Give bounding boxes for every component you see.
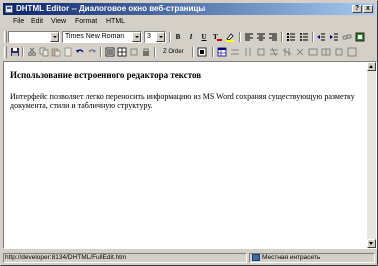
clear-icon[interactable] [63, 47, 73, 57]
separator [281, 32, 283, 42]
highlight-icon[interactable] [225, 32, 235, 42]
scroll-up-icon[interactable] [367, 62, 376, 71]
insert-table-icon[interactable] [217, 47, 227, 57]
menu-file[interactable]: File [11, 17, 26, 27]
split-cell-icon[interactable] [321, 47, 331, 57]
image-icon[interactable] [355, 32, 365, 42]
redo-icon[interactable] [87, 47, 97, 57]
size-value: 3 [147, 33, 151, 40]
paste-icon[interactable] [51, 47, 61, 57]
document: Использование встроенного редактора текс… [10, 70, 362, 110]
separator [212, 47, 214, 57]
separator [312, 32, 314, 42]
menu-bar: File Edit View Format HTML [3, 16, 375, 28]
font-value: Times New Roman [65, 33, 125, 40]
table-properties-icon[interactable] [347, 47, 357, 57]
absolute-position-icon[interactable] [197, 47, 207, 57]
font-select[interactable]: Times New Roman [62, 31, 142, 43]
link-icon[interactable] [342, 32, 352, 42]
cut-icon[interactable] [27, 47, 37, 57]
z-order-button[interactable]: Z Order [163, 48, 184, 56]
delete-cell-icon[interactable] [295, 47, 305, 57]
scroll-down-icon[interactable] [367, 239, 376, 248]
align-center-icon[interactable] [256, 32, 266, 42]
title-bar[interactable]: DHTML Editor -- Диалоговое окно веб-стра… [3, 3, 375, 15]
outdent-icon[interactable] [316, 32, 326, 42]
separator [239, 32, 241, 42]
formatting-toolbar: Times New Roman 3 B I U T [3, 30, 375, 44]
separator [22, 47, 24, 57]
bullet-list-icon[interactable] [299, 32, 309, 42]
style-select[interactable] [8, 31, 60, 43]
insert-cell-icon[interactable] [256, 47, 266, 57]
app-icon [5, 5, 13, 13]
status-zone-label: Местная интрасеть [262, 254, 321, 262]
document-heading: Использование встроенного редактора текс… [10, 70, 202, 80]
merge-cells-icon[interactable] [308, 47, 318, 57]
separator [100, 47, 102, 57]
copy-icon[interactable] [39, 47, 49, 57]
undo-icon[interactable] [75, 47, 85, 57]
table-icon[interactable] [117, 47, 127, 57]
window-title: DHTML Editor -- Диалоговое окно веб-стра… [16, 4, 206, 13]
separator [192, 47, 194, 57]
position-icon[interactable] [129, 47, 139, 57]
numbered-list-icon[interactable] [286, 32, 296, 42]
toolbar-grip[interactable] [4, 46, 7, 58]
separator [154, 47, 156, 57]
delete-column-icon[interactable] [282, 47, 292, 57]
separator [169, 32, 171, 42]
menu-html[interactable]: HTML [104, 17, 127, 27]
toolbar-grip[interactable] [4, 31, 7, 43]
menu-format[interactable]: Format [73, 17, 99, 27]
close-button[interactable]: x [363, 5, 373, 13]
help-button[interactable]: ? [352, 5, 362, 13]
delete-row-icon[interactable] [269, 47, 279, 57]
lock-icon[interactable] [141, 47, 151, 57]
find-icon[interactable] [105, 47, 115, 57]
chevron-down-icon[interactable] [156, 32, 165, 42]
vertical-scrollbar[interactable] [367, 62, 376, 248]
text-color-icon[interactable]: T [212, 32, 222, 42]
size-select[interactable]: 3 [144, 31, 166, 43]
chevron-down-icon[interactable] [50, 32, 59, 42]
insert-row-icon[interactable] [230, 47, 240, 57]
intranet-zone-icon [252, 254, 260, 261]
cell-properties-icon[interactable] [334, 47, 344, 57]
insert-column-icon[interactable] [243, 47, 253, 57]
align-right-icon[interactable] [268, 32, 278, 42]
italic-button[interactable]: I [186, 32, 196, 42]
bold-button[interactable]: B [173, 32, 183, 42]
menu-view[interactable]: View [49, 17, 68, 27]
chevron-down-icon[interactable] [132, 32, 141, 42]
indent-icon[interactable] [329, 32, 339, 42]
status-bar: http://developer:8134/DHTML/FullEdit.htm… [3, 252, 377, 264]
document-paragraph: Интерфейс позволяет легко переносить инф… [10, 92, 355, 110]
edit-toolbar: Z Order [3, 45, 375, 59]
status-url: http://developer:8134/DHTML/FullEdit.htm [3, 253, 247, 263]
editor-content-area[interactable]: Использование встроенного редактора текс… [3, 61, 377, 249]
status-zone: Местная интрасеть [249, 253, 375, 263]
save-icon[interactable] [10, 47, 20, 57]
menu-edit[interactable]: Edit [29, 17, 45, 27]
editor-window: DHTML Editor -- Диалоговое окно веб-стра… [0, 0, 378, 266]
align-left-icon[interactable] [244, 32, 254, 42]
underline-button[interactable]: U [199, 32, 209, 42]
